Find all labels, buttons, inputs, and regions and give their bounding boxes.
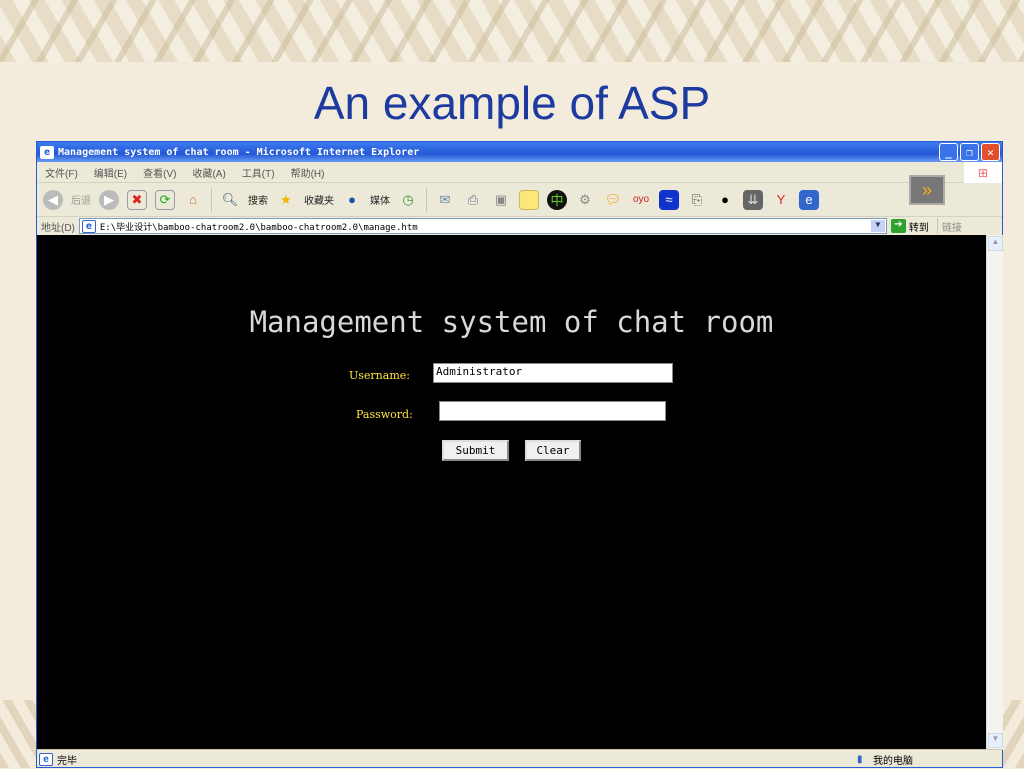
link-icon[interactable]: ≈ <box>659 189 679 210</box>
ie-tool-icon[interactable]: e <box>799 189 819 210</box>
search-button[interactable]: 搜索 <box>248 192 268 207</box>
slide-decoration-left <box>0 700 36 768</box>
address-label: 地址(D) <box>41 222 75 234</box>
menu-favorites[interactable]: 收藏(A) <box>192 165 225 180</box>
address-bar: 地址(D) e E:\毕业设计\bamboo-chatroom2.0\bambo… <box>37 217 1002 236</box>
page-done-icon: e <box>39 753 53 766</box>
go-button[interactable]: ➔ 转到 <box>890 219 929 234</box>
page-heading: Management system of chat room <box>249 305 774 339</box>
vertical-scrollbar[interactable]: ▲ ▼ <box>986 235 1003 749</box>
links-button[interactable]: 链接 <box>942 219 962 234</box>
slide-decoration-right <box>1003 700 1024 768</box>
fullscreen-icon[interactable]: ▣ <box>491 190 511 210</box>
scroll-down-icon[interactable]: ▼ <box>988 733 1003 748</box>
yahoo-icon[interactable]: Y <box>771 190 791 210</box>
download-icon[interactable]: ⇊ <box>743 189 763 210</box>
messenger-icon[interactable]: 💬︎ <box>603 190 623 210</box>
menu-edit[interactable]: 编辑(E) <box>94 165 127 180</box>
password-input[interactable] <box>439 401 666 421</box>
refresh-icon[interactable]: ⟳ <box>155 189 175 210</box>
stop-icon[interactable]: ✖ <box>127 189 147 210</box>
plugin-icon[interactable]: 中 <box>547 189 567 210</box>
address-url: E:\毕业设计\bamboo-chatroom2.0\bamboo-chatro… <box>99 222 418 233</box>
username-label: Username: <box>349 369 410 382</box>
menu-tools[interactable]: 工具(T) <box>242 165 275 180</box>
tools-icon[interactable]: ⚙ <box>575 190 595 210</box>
username-input[interactable]: Administrator <box>433 363 673 383</box>
print-icon[interactable]: ⎙ <box>463 190 483 210</box>
back-button[interactable]: 后退 <box>71 192 91 207</box>
separator <box>936 218 938 234</box>
toolbar-separator <box>211 187 212 212</box>
submit-button[interactable]: Submit <box>442 440 509 461</box>
oyo-icon[interactable]: oyo <box>631 190 651 210</box>
title-bar: e Management system of chat room - Micro… <box>37 142 1002 162</box>
toolbar-overflow-chevron-icon[interactable]: » <box>909 175 945 205</box>
media-icon[interactable]: ● <box>342 190 362 210</box>
go-label: 转到 <box>908 222 929 234</box>
computer-icon: ▮ <box>857 754 863 765</box>
media-button[interactable]: 媒体 <box>370 192 390 207</box>
close-button[interactable]: ✕ <box>981 143 1000 161</box>
window-title: Management system of chat room - Microso… <box>58 146 420 158</box>
address-input[interactable]: e E:\毕业设计\bamboo-chatroom2.0\bamboo-chat… <box>78 218 887 234</box>
minimize-button[interactable]: _ <box>939 143 958 161</box>
menu-view[interactable]: 查看(V) <box>143 165 176 180</box>
scroll-up-icon[interactable]: ▲ <box>988 236 1003 251</box>
back-icon[interactable]: ◀ <box>43 189 63 210</box>
scanner-icon[interactable]: ⎘ <box>687 190 707 210</box>
ie-icon: e <box>40 145 54 159</box>
forward-icon[interactable]: ▶ <box>99 189 119 210</box>
home-icon[interactable]: ⌂ <box>183 190 203 210</box>
search-icon[interactable]: 🔍︎ <box>220 190 240 210</box>
password-label: Password: <box>356 408 413 421</box>
status-bar: e 完毕 ▮ 我的电脑 <box>37 749 1003 769</box>
favorites-button[interactable]: 收藏夹 <box>304 192 334 207</box>
restore-button[interactable]: ❐ <box>960 143 979 161</box>
qq-icon[interactable]: ● <box>715 190 735 210</box>
mail-icon[interactable]: ✉ <box>435 190 455 210</box>
note-icon[interactable] <box>519 189 539 210</box>
menu-file[interactable]: 文件(F) <box>45 165 78 180</box>
clear-button[interactable]: Clear <box>525 440 581 461</box>
menu-bar: 文件(F) 编辑(E) 查看(V) 收藏(A) 工具(T) 帮助(H) ⊞ <box>37 162 1002 183</box>
toolbar: ◀ 后退 ▶ ✖ ⟳ ⌂ 🔍︎ 搜索 ★ 收藏夹 ● 媒体 ◷ ✉ ⎙ ▣ 中 … <box>37 175 1002 217</box>
page-icon: e <box>81 219 96 233</box>
slide-decoration-pattern <box>0 0 1024 62</box>
page-content: Management system of chat room Username:… <box>37 235 986 749</box>
go-arrow-icon: ➔ <box>890 219 906 233</box>
menu-help[interactable]: 帮助(H) <box>291 165 325 180</box>
status-text: 完毕 <box>57 756 77 767</box>
history-icon[interactable]: ◷ <box>398 190 418 210</box>
slide-title: An example of ASP <box>313 77 711 129</box>
windows-logo-icon: ⊞ <box>964 162 1002 183</box>
address-dropdown-icon[interactable]: ▼ <box>870 220 885 232</box>
toolbar-separator <box>426 187 427 212</box>
favorites-icon[interactable]: ★ <box>276 190 296 210</box>
browser-window: e Management system of chat room - Micro… <box>36 141 1003 768</box>
status-zone: 我的电脑 <box>873 756 913 767</box>
